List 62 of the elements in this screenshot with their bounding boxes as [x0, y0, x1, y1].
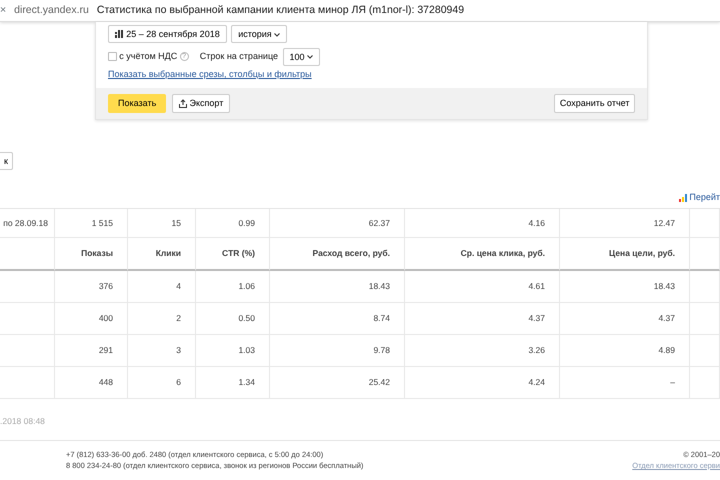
table-cell: 3.26: [405, 335, 560, 367]
table-cell: 0.50: [196, 303, 270, 335]
total-cell: 1 515: [55, 209, 128, 238]
total-cell: 15: [128, 209, 196, 238]
update-time: .2018 08:48: [0, 415, 46, 428]
table-cell: 8.74: [270, 303, 405, 335]
table-cell: 3: [128, 335, 196, 367]
table-cell: 9.78: [270, 335, 405, 367]
table-cell: 4.37: [560, 303, 690, 335]
table-cell: 4.61: [405, 271, 560, 303]
total-cell: 0.99: [196, 209, 270, 238]
table-cell: 448: [55, 367, 128, 399]
calendar-icon: [115, 30, 124, 38]
table-cell: 376: [55, 271, 128, 303]
vat-checkbox[interactable]: [108, 52, 117, 61]
column-header: Расход всего, руб.: [270, 238, 405, 271]
table-cell: 18.43: [560, 271, 690, 303]
total-cell: 62.37: [270, 209, 405, 238]
page-title: Статистика по выбранной кампании клиента минор ЛЯ (m1nor-l): 37280949: [96, 2, 464, 18]
table-cell: [0, 238, 55, 271]
save-report-button[interactable]: Сохранить отчет: [554, 94, 635, 113]
table-cell: 400: [55, 303, 128, 335]
vat-label: с учётом НДС: [119, 50, 178, 63]
table-cell: [0, 271, 55, 303]
table-cell: 25.42: [270, 367, 405, 399]
caret-icon: [274, 32, 280, 37]
table-cell: 4.37: [405, 303, 560, 335]
chart-icon: [679, 194, 688, 202]
address-text: direct.yandex.ru: [14, 2, 89, 18]
total-cell: 4.16: [405, 209, 560, 238]
table-cell: –: [560, 367, 690, 399]
export-button[interactable]: Экспорт: [172, 94, 230, 113]
total-cell: 12.47: [560, 209, 690, 238]
show-filters-link[interactable]: Показать выбранные срезы, столбцы и фильтры: [108, 68, 312, 79]
table-cell: [690, 271, 720, 303]
caret-icon: [307, 55, 314, 60]
table-cell: 4: [128, 271, 196, 303]
date-range-button[interactable]: 25 – 28 сентября 2018: [108, 25, 227, 43]
table-cell: 1.34: [196, 367, 270, 399]
table-cell: [690, 238, 720, 271]
column-header: CTR (%): [196, 238, 270, 271]
table-cell: 1.03: [196, 335, 270, 367]
column-header: Показы: [55, 238, 128, 271]
column-header: Клики: [128, 238, 196, 271]
close-icon[interactable]: ×: [0, 2, 6, 18]
rows-per-page-dropdown[interactable]: 100: [282, 48, 320, 66]
history-dropdown[interactable]: история: [231, 25, 288, 43]
column-header: Цена цели, руб.: [560, 238, 690, 271]
show-button[interactable]: Показать: [108, 94, 166, 113]
table-cell: 4.89: [560, 335, 690, 367]
rows-per-page-label: Строк на странице: [200, 50, 278, 63]
column-header: Ср. цена клика, руб.: [405, 238, 560, 271]
table-cell: 291: [55, 335, 128, 367]
side-button[interactable]: к: [0, 152, 13, 170]
table-cell: 1.06: [196, 271, 270, 303]
table-cell: 18.43: [270, 271, 405, 303]
upload-icon: [179, 98, 188, 108]
total-label: по 28.09.18: [0, 209, 55, 238]
goto-link[interactable]: Перейт: [689, 191, 720, 205]
table-cell: 4.24: [405, 367, 560, 399]
table-cell: 6: [128, 367, 196, 399]
table-cell: 2: [128, 303, 196, 335]
